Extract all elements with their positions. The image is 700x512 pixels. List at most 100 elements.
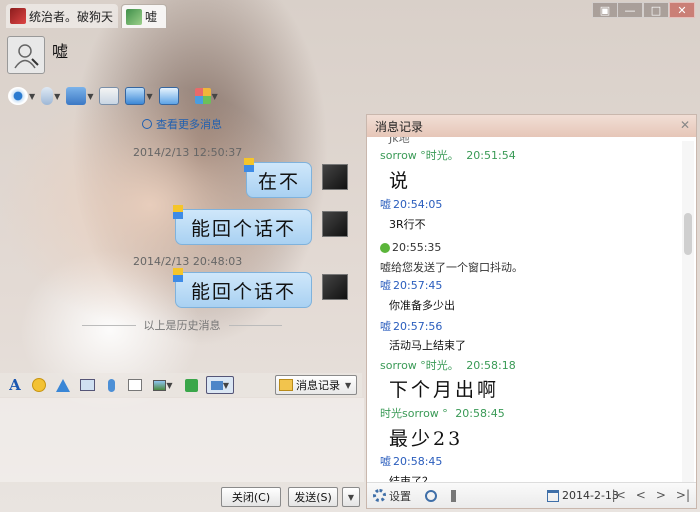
message-time: 20:58:45 [455, 406, 505, 420]
log-entry-header: 嘘 20:57:56 [380, 318, 442, 334]
message-time: 20:57:56 [393, 319, 443, 333]
message-record-button[interactable]: 消息记录 ▼ [275, 375, 357, 395]
sender-name: 嘘 [380, 455, 391, 468]
next-page-button[interactable]: > [656, 488, 666, 502]
chat-toolbar: ▼ ▼ ▼ ▼ ▼ [8, 84, 218, 108]
log-entry-header: 嘘 20:54:05 [380, 196, 442, 212]
red-packet-icon[interactable] [182, 376, 200, 394]
history-divider-label: 以上是历史消息 [143, 319, 221, 332]
last-page-button[interactable]: >| [676, 488, 690, 502]
emoji-icon[interactable] [30, 376, 48, 394]
prev-page-button[interactable]: < [636, 488, 646, 502]
self-avatar[interactable] [322, 164, 348, 190]
gallery-icon[interactable] [78, 376, 96, 394]
tab-label: 嘘 [145, 10, 158, 24]
monitor-icon [125, 87, 146, 105]
log-entry-header: sorrow °时光。 20:58:18 [380, 357, 516, 373]
chevron-down-icon: ▼ [29, 91, 36, 101]
message-time: 20:55:35 [392, 241, 442, 254]
screen-share-button[interactable] [158, 85, 179, 107]
message-input[interactable] [0, 398, 364, 482]
view-more-messages-link[interactable]: 查看更多消息 [142, 116, 222, 132]
message-record-icon [279, 379, 293, 391]
log-entry-header: sorrow °时光。 20:51:54 [380, 147, 516, 163]
message-time: 20:58:18 [466, 358, 516, 372]
create-discussion-button[interactable] [99, 85, 120, 107]
chevron-down-icon: ▼ [146, 91, 153, 101]
send-file-button[interactable]: ▼ [66, 85, 93, 107]
tab-label: 统治者。破狗天！ [29, 9, 114, 24]
scrollbar-thumb[interactable] [684, 213, 692, 255]
close-panel-icon[interactable]: ✕ [680, 118, 690, 132]
chevron-down-icon: ▼ [347, 492, 355, 502]
speaker-icon[interactable] [451, 489, 463, 502]
send-button[interactable]: 发送(S) [288, 487, 338, 507]
message-record-panel: 消息记录 ✕ Jk地 sorrow °时光。 20:51:54 说 嘘 20:54… [366, 114, 697, 509]
sender-name: 时光sorrow ° [380, 407, 448, 420]
contact-avatar-icon [126, 8, 142, 25]
restore-button[interactable]: ▣ [592, 2, 618, 18]
contact-avatar[interactable] [7, 36, 45, 74]
clock-icon [142, 119, 152, 129]
close-button[interactable]: 关闭(C) [221, 487, 281, 507]
shake-window-icon[interactable] [54, 376, 72, 394]
vip-badge-icon [244, 158, 254, 172]
apps-button[interactable]: ▼ [194, 85, 218, 107]
sender-name: 嘘 [380, 320, 391, 333]
voice-call-button[interactable]: ▼ [41, 85, 60, 107]
record-panel-title: 消息记录 [375, 119, 424, 134]
self-avatar[interactable] [322, 211, 348, 237]
webcam-icon [8, 87, 28, 105]
close-window-button[interactable]: ✕ [669, 2, 695, 18]
chat-bubble: 能回个话不 [175, 209, 312, 245]
folder-icon [66, 87, 87, 105]
tab-contact[interactable]: 嘘 [121, 4, 167, 28]
message-timestamp: 2014/2/13 12:50:37 [133, 146, 243, 159]
date-picker[interactable]: 2014-2-13 [547, 489, 619, 502]
send-options-button[interactable]: ▼ [342, 487, 360, 507]
log-scrollbar[interactable] [682, 141, 694, 484]
voice-message-icon[interactable] [102, 376, 120, 394]
apps-grid-icon [194, 88, 211, 104]
page-navigation: |< < > >| [612, 488, 690, 502]
message-time: 20:58:45 [393, 454, 443, 468]
sender-name: 嘘 [380, 279, 391, 292]
log-message: 活动马上结束了 [389, 339, 466, 352]
settings-label: 设置 [389, 489, 411, 503]
picture-icon[interactable]: ▼ [150, 376, 176, 394]
view-more-label: 查看更多消息 [156, 118, 222, 131]
video-call-button[interactable]: ▼ [8, 85, 35, 107]
scribble-icon[interactable] [126, 376, 144, 394]
tab-group-chat[interactable]: 统治者。破狗天！ [6, 4, 118, 28]
chat-bubble: 在不 [246, 162, 312, 198]
divider-line [82, 324, 136, 326]
log-entry-header: 20:55:35 [380, 241, 441, 254]
screen-icon [158, 87, 179, 105]
log-message: 嘘给您发送了一个窗口抖动。 [380, 261, 523, 274]
remote-assist-button[interactable]: ▼ [125, 85, 153, 107]
record-panel-header: 消息记录 ✕ [367, 115, 696, 137]
screenshot-icon[interactable]: ▼ [206, 376, 234, 394]
self-avatar[interactable] [322, 274, 348, 300]
calendar-icon [547, 489, 559, 502]
first-page-button[interactable]: |< [612, 488, 626, 502]
message-time: 20:54:05 [393, 197, 443, 211]
log-message: 你准备多少出 [389, 299, 455, 312]
divider-line [228, 324, 282, 326]
maximize-button[interactable]: □ [643, 2, 669, 18]
vip-badge-icon [173, 268, 183, 282]
message-time: 20:57:45 [393, 278, 443, 292]
group-avatar-icon [10, 8, 26, 24]
chevron-down-icon: ▼ [54, 91, 61, 101]
date-label: 2014-2-13 [562, 489, 619, 502]
minimize-button[interactable]: — [617, 2, 643, 18]
add-chat-icon [99, 87, 120, 105]
sender-name: sorrow °时光。 [380, 359, 459, 372]
log-entry-header: 时光sorrow ° 20:58:45 [380, 405, 505, 421]
chevron-down-icon: ▼ [345, 380, 352, 390]
search-icon[interactable] [425, 489, 437, 502]
message-log[interactable]: Jk地 sorrow °时光。 20:51:54 说 嘘 20:54:05 3R行… [367, 137, 696, 484]
settings-button[interactable]: 设置 [373, 488, 411, 504]
vip-badge-icon [173, 205, 183, 219]
font-button[interactable]: A [6, 376, 24, 394]
